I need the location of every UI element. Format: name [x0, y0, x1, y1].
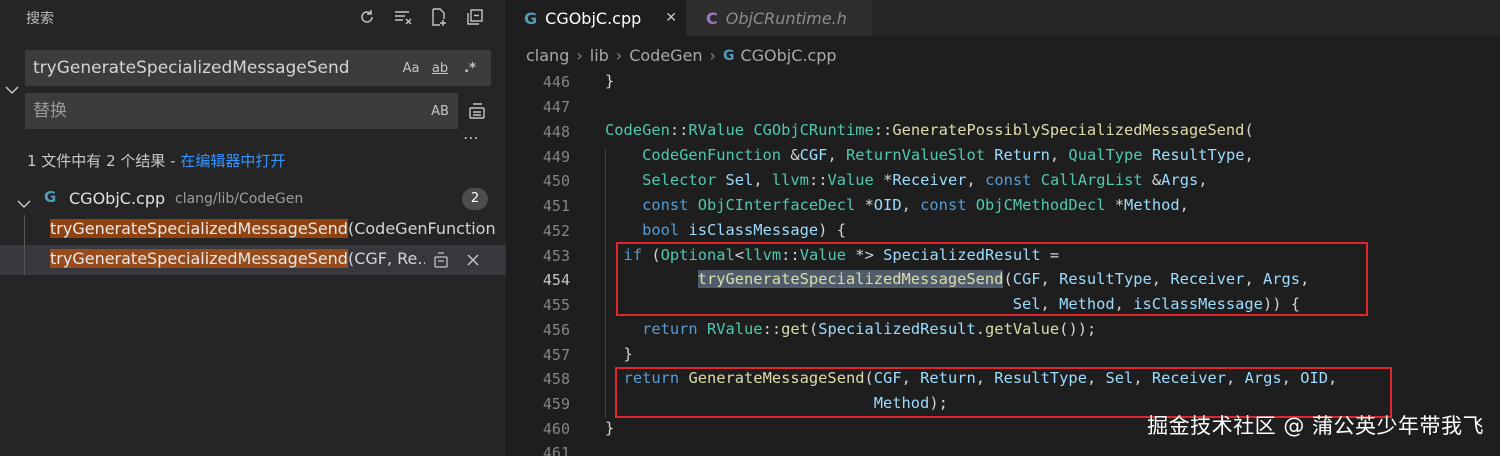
close-tab-icon[interactable]: ✕	[665, 10, 677, 26]
line-number: 460	[542, 420, 570, 438]
line-number: 448	[542, 123, 570, 141]
line-number: 461	[542, 444, 570, 456]
result-file-path: clang/lib/CodeGen	[175, 191, 304, 207]
line-number: 456	[542, 321, 570, 339]
search-sidebar: 搜索 tryGenerateSpecializedMessageSend Aa …	[0, 0, 506, 456]
collapse-all-icon[interactable]	[462, 5, 488, 29]
breadcrumb-item[interactable]: lib	[590, 46, 609, 65]
preserve-case-toggle[interactable]: AB	[427, 100, 453, 122]
result-file-name: CGObjC.cpp	[69, 189, 166, 208]
chevron-right-icon: ›	[709, 46, 716, 65]
line-number: 458	[542, 370, 570, 388]
line-number: 446	[542, 73, 570, 91]
line-number: 452	[542, 222, 570, 240]
line-number-current: 454	[542, 271, 570, 289]
match-whole-word-toggle[interactable]: ab	[428, 57, 452, 79]
annotation-box	[616, 242, 1368, 316]
code-editor: G CGObjC.cpp ✕ C ObjCRuntime.h clang › l…	[506, 0, 1500, 456]
replace-input[interactable]: 替换 AB	[25, 93, 458, 129]
chevron-right-icon: ›	[615, 46, 623, 65]
match-text: tryGenerateSpecializedMessageSend(CodeGe…	[50, 219, 502, 238]
code-line-448: CodeGen::RValue CGObjCRuntime::GenerateP…	[605, 121, 1254, 139]
results-summary: 1 文件中有 2 个结果 - 在编辑器中打开	[27, 150, 285, 171]
line-number: 457	[542, 346, 570, 364]
clear-results-icon[interactable]	[390, 5, 416, 29]
use-regex-toggle[interactable]: .*	[459, 57, 481, 79]
code-line-452: bool isClassMessage) {	[642, 221, 846, 239]
tree-indent-guide	[24, 215, 25, 245]
code-line-449: CodeGenFunction &CGF, ReturnValueSlot Re…	[642, 146, 1254, 164]
toggle-replace-chevron-icon[interactable]	[5, 80, 19, 96]
match-context: (CodeGenFunction ...	[347, 219, 502, 238]
cpp-file-icon: G	[44, 188, 57, 206]
code-line-451: const ObjCInterfaceDecl *OID, const ObjC…	[642, 196, 1189, 214]
sidebar-title: 搜索	[26, 11, 54, 27]
match-highlight: tryGenerateSpecializedMessageSend	[50, 249, 348, 268]
result-count-badge: 2	[462, 188, 488, 210]
breadcrumb-item[interactable]: CodeGen	[629, 46, 702, 65]
summary-text: 1 文件中有 2 个结果 -	[27, 152, 181, 170]
cpp-file-icon: G	[722, 47, 735, 64]
match-case-toggle[interactable]: Aa	[400, 57, 422, 79]
chevron-right-icon: ›	[576, 46, 583, 65]
editor-tab-bar: G CGObjC.cpp ✕ C ObjCRuntime.h	[506, 0, 1500, 36]
watermark: 掘金技术社区 @ 蒲公英少年带我飞	[1147, 414, 1484, 438]
result-match-item-selected[interactable]: tryGenerateSpecializedMessageSend(CGF, R…	[0, 245, 506, 275]
sidebar-actions	[354, 5, 488, 29]
dismiss-match-icon[interactable]	[463, 250, 483, 270]
line-number: 455	[542, 296, 570, 314]
replace-input-placeholder: 替换	[33, 101, 67, 121]
line-number: 450	[542, 172, 570, 190]
refresh-icon[interactable]	[354, 5, 380, 29]
tree-indent-guide	[24, 245, 25, 275]
tab-label: ObjCRuntime.h	[725, 8, 847, 28]
breadcrumb-item[interactable]: clang	[526, 46, 569, 65]
replace-all-icon[interactable]	[466, 100, 492, 124]
cpp-file-icon: G	[524, 8, 538, 28]
replace-match-icon[interactable]	[431, 250, 451, 270]
code-line-456: return RValue::get(SpecializedResult.get…	[642, 320, 1097, 338]
code-line-460: }	[605, 419, 615, 437]
line-number: 453	[542, 247, 570, 265]
search-input-value: tryGenerateSpecializedMessageSend	[33, 58, 350, 78]
new-search-editor-icon[interactable]	[426, 5, 452, 29]
line-number: 459	[542, 395, 570, 413]
line-number: 449	[542, 148, 570, 166]
more-options-icon[interactable]: ⋯	[463, 128, 480, 147]
breadcrumb-item[interactable]: CGObjC.cpp	[740, 46, 836, 65]
chevron-down-icon[interactable]	[17, 194, 31, 213]
tab-objcruntime-h[interactable]: C ObjCRuntime.h	[686, 0, 872, 36]
match-highlight: tryGenerateSpecializedMessageSend	[50, 219, 348, 238]
open-in-editor-link[interactable]: 在编辑器中打开	[180, 152, 285, 170]
code-line-450: Selector Sel, llvm::Value *Receiver, con…	[642, 171, 1208, 189]
breadcrumb: clang › lib › CodeGen › G CGObjC.cpp	[526, 46, 837, 65]
match-context: (CGF, Re...	[347, 249, 425, 268]
search-input[interactable]: tryGenerateSpecializedMessageSend Aa ab …	[25, 50, 491, 86]
line-number: 451	[542, 197, 570, 215]
result-file-row[interactable]: G CGObjC.cpp clang/lib/CodeGen 2	[0, 186, 506, 214]
tab-label: CGObjC.cpp	[545, 8, 642, 28]
header-file-icon: C	[706, 8, 718, 28]
match-text: tryGenerateSpecializedMessageSend(CGF, R…	[50, 249, 425, 268]
code-line-457: }	[605, 345, 633, 363]
result-match-item[interactable]: tryGenerateSpecializedMessageSend(CodeGe…	[0, 215, 506, 245]
line-number: 447	[542, 98, 570, 116]
code-line-446: }	[605, 72, 615, 90]
tab-cgobjc-cpp[interactable]: G CGObjC.cpp ✕	[506, 0, 686, 36]
